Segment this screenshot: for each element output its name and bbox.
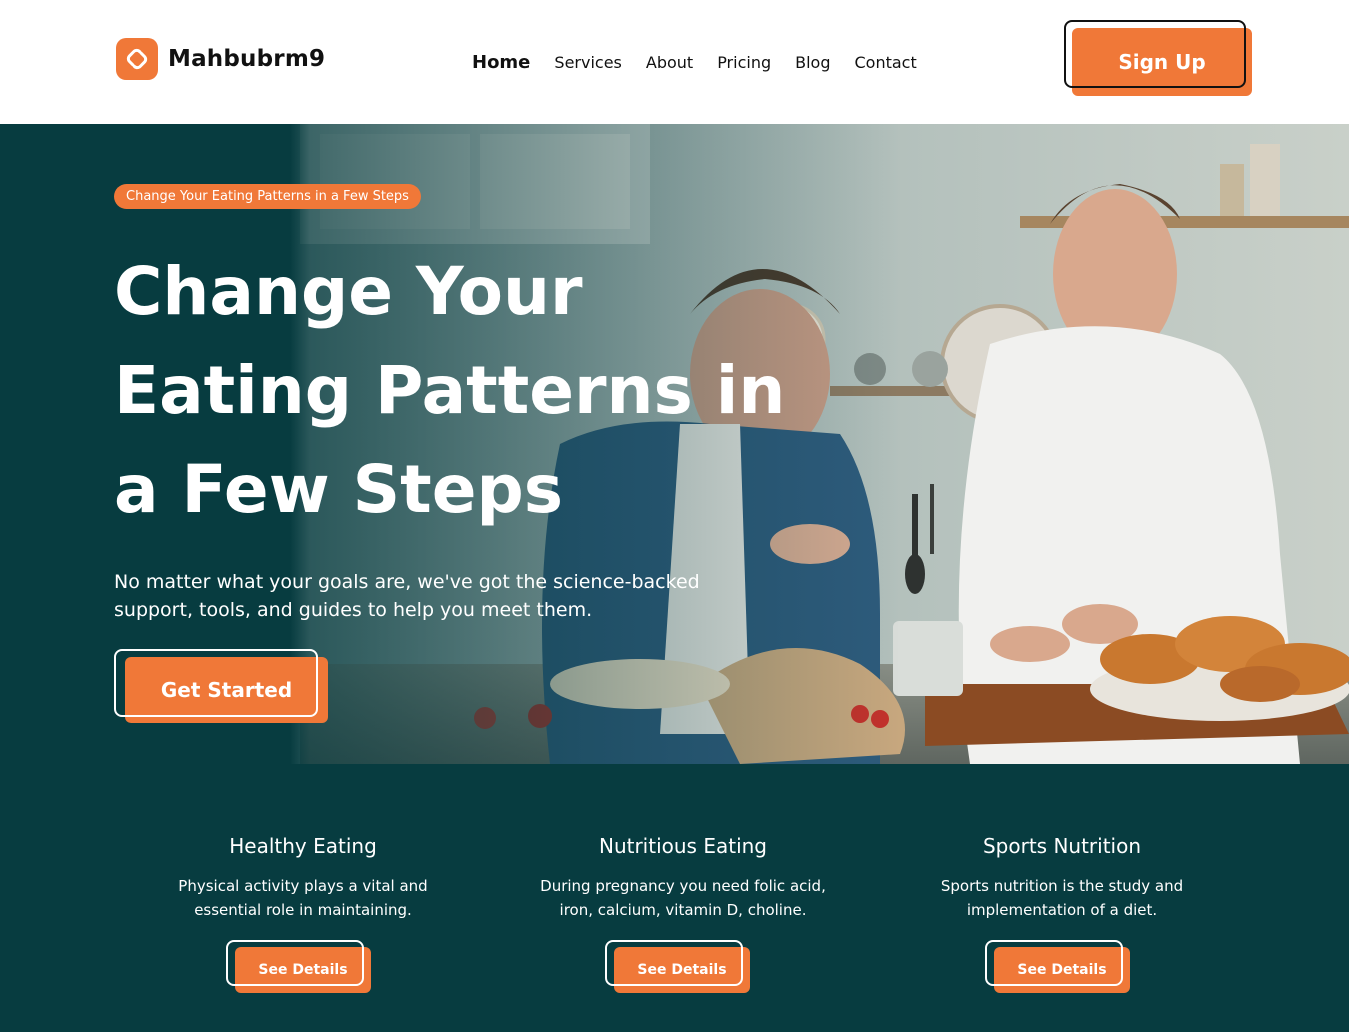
hero-badge: Change Your Eating Patterns in a Few Ste… bbox=[114, 184, 421, 209]
main-nav: Home Services About Pricing Blog Contact bbox=[472, 52, 917, 73]
feature-text: During pregnancy you need folic acid, ir… bbox=[540, 877, 826, 919]
see-details-button-healthy-eating[interactable]: See Details bbox=[226, 940, 372, 996]
brand-name: Mahbubrm9 bbox=[168, 46, 326, 72]
see-details-button-sports-nutrition[interactable]: See Details bbox=[985, 940, 1131, 996]
see-details-label: See Details bbox=[258, 962, 348, 978]
feature-card-healthy-eating: Healthy Eating Physical activity plays a… bbox=[113, 834, 493, 922]
feature-title: Healthy Eating bbox=[229, 834, 377, 858]
site-header: Mahbubrm9 Home Services About Pricing Bl… bbox=[0, 0, 1349, 124]
brand-logo[interactable]: Mahbubrm9 bbox=[116, 38, 325, 80]
hero-subtitle: No matter what your goals are, we've got… bbox=[114, 571, 700, 621]
nav-contact[interactable]: Contact bbox=[855, 53, 917, 72]
feature-title: Sports Nutrition bbox=[982, 834, 1142, 858]
hero-title-line-1: Change Your bbox=[114, 253, 583, 330]
get-started-button[interactable]: Get Started bbox=[114, 649, 330, 725]
hero-title-line-3: a Few Steps bbox=[114, 451, 564, 528]
nav-home[interactable]: Home bbox=[472, 52, 530, 73]
sign-up-button[interactable]: Sign Up bbox=[1064, 20, 1252, 96]
feature-text: Sports nutrition is the study and implem… bbox=[940, 877, 1184, 919]
features-section: Healthy Eating Physical activity plays a… bbox=[0, 764, 1349, 1032]
nav-pricing[interactable]: Pricing bbox=[717, 53, 771, 72]
feature-card-sports-nutrition: Sports Nutrition Sports nutrition is the… bbox=[872, 834, 1252, 922]
sign-up-label: Sign Up bbox=[1118, 50, 1206, 74]
hero-section: Change Your Eating Patterns in a Few Ste… bbox=[0, 124, 1349, 764]
hero-title: Change Your Eating Patterns in a Few Ste… bbox=[114, 242, 834, 539]
see-details-label: See Details bbox=[1017, 962, 1107, 978]
hero-title-line-2: Eating Patterns in bbox=[114, 352, 786, 429]
nav-blog[interactable]: Blog bbox=[795, 53, 830, 72]
feature-card-nutritious-eating: Nutritious Eating During pregnancy you n… bbox=[493, 834, 873, 922]
nav-services[interactable]: Services bbox=[554, 53, 621, 72]
see-details-button-nutritious-eating[interactable]: See Details bbox=[605, 940, 751, 996]
nav-about[interactable]: About bbox=[646, 53, 693, 72]
get-started-label: Get Started bbox=[160, 678, 293, 702]
feature-text: Physical activity plays a vital and esse… bbox=[178, 877, 428, 919]
feature-title: Nutritious Eating bbox=[598, 834, 767, 858]
link-icon bbox=[116, 38, 158, 80]
see-details-label: See Details bbox=[637, 962, 727, 978]
